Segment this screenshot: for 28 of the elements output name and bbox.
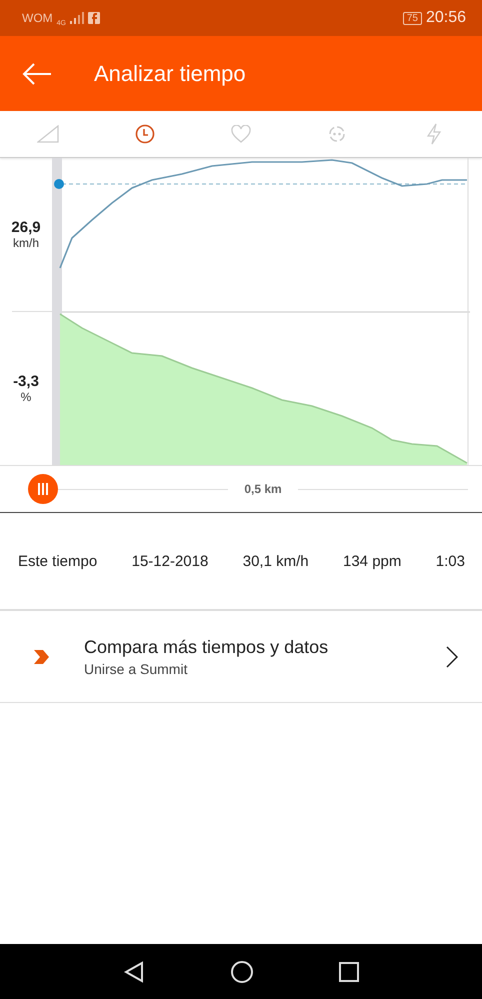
effort-stat: 15-12-2018: [132, 552, 208, 570]
promo-title: Compara más tiempos y datos: [84, 636, 330, 658]
signal-icon: [70, 12, 84, 24]
lightning-icon: [426, 123, 442, 145]
speed-value: 26,9: [11, 219, 41, 236]
slider-handle[interactable]: [28, 474, 58, 504]
effort-stat: 1:03: [436, 552, 465, 570]
position-marker: [54, 179, 64, 189]
back-button[interactable]: [22, 62, 52, 84]
chevron-logo-icon: [34, 648, 50, 664]
cadence-icon: [327, 126, 348, 142]
clock-time: 20:56: [426, 9, 466, 27]
speed-unit: km/h: [12, 236, 39, 250]
effort-stat: Este tiempo: [18, 552, 98, 570]
distance-label: 0,5 km: [243, 482, 283, 496]
effort-stat: 134 ppm: [343, 552, 402, 570]
grade-unit: %: [20, 390, 32, 404]
chevron-right-icon: [446, 646, 458, 668]
clock-icon: [134, 124, 155, 144]
grade-value: -3,3: [13, 373, 39, 390]
carrier-name: WOM: [22, 11, 53, 25]
battery-level: 75: [402, 12, 422, 24]
promo-subtitle: Unirse a Summit: [84, 660, 188, 676]
social-app-icon: [88, 12, 100, 24]
triangle-icon: [37, 125, 60, 143]
screen-title: Analizar tiempo: [94, 60, 246, 86]
effort-stat: 30,1 km/h: [242, 552, 309, 570]
heart-icon: [231, 125, 252, 143]
